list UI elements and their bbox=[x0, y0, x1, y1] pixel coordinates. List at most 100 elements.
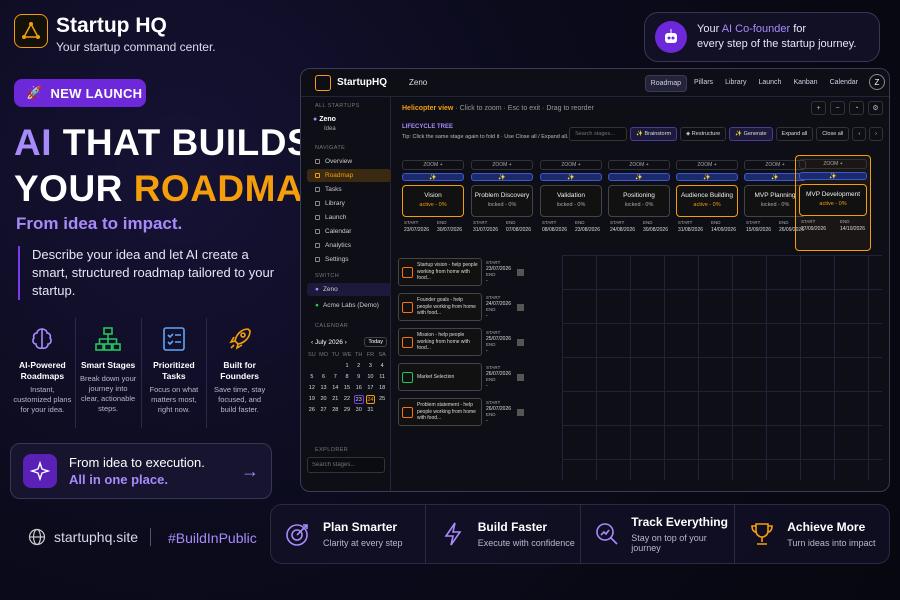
calendar-day[interactable]: 19 bbox=[307, 395, 317, 404]
calendar-day[interactable]: 9 bbox=[354, 373, 364, 382]
sparkle-icon[interactable]: ✨ bbox=[471, 173, 533, 181]
calendar-day[interactable]: 7 bbox=[330, 373, 340, 382]
stage-card[interactable]: Positioning locked - 0% bbox=[608, 185, 670, 217]
bell-icon[interactable]: ◔ bbox=[849, 101, 864, 115]
today-button[interactable]: Today bbox=[364, 337, 387, 347]
chevron-left-icon[interactable]: ‹ bbox=[852, 127, 867, 141]
sidebar-item-settings[interactable]: Settings bbox=[307, 253, 391, 266]
task-row[interactable]: Startup vision - help people working fro… bbox=[398, 257, 562, 287]
sidebar-item-roadmap[interactable]: Roadmap bbox=[307, 169, 391, 182]
sparkle-icon[interactable]: ✨ bbox=[402, 173, 464, 181]
sparkle-icon[interactable]: ✨ bbox=[608, 173, 670, 181]
stage-card[interactable]: Vision active - 0% bbox=[402, 185, 464, 217]
task-row[interactable]: Market Selection START 26/07/2026 END - bbox=[398, 362, 562, 392]
calendar-day[interactable]: 28 bbox=[330, 406, 340, 415]
calendar-day[interactable]: 31 bbox=[366, 406, 376, 415]
tab-kanban[interactable]: Kanban bbox=[788, 75, 822, 92]
calendar-day[interactable]: 18 bbox=[377, 384, 387, 393]
gear-icon[interactable]: ⚙ bbox=[868, 101, 883, 115]
task-row[interactable]: Founder goals - help people working from… bbox=[398, 292, 562, 322]
tab-library[interactable]: Library bbox=[720, 75, 751, 92]
explorer-search-input[interactable] bbox=[307, 457, 385, 473]
close-all-button[interactable]: Close all bbox=[816, 127, 850, 141]
calendar-day[interactable]: 2 bbox=[354, 362, 364, 371]
sidebar-item-library[interactable]: Library bbox=[307, 197, 391, 210]
calendar-day[interactable]: 26 bbox=[307, 406, 317, 415]
generate-button[interactable]: ✨ Generate bbox=[729, 127, 773, 141]
calendar-day[interactable]: 3 bbox=[366, 362, 376, 371]
brainstorm-button[interactable]: ✨ Brainstorm bbox=[630, 127, 678, 141]
stage-card[interactable]: Audience Building active - 0% bbox=[676, 185, 738, 217]
calendar-day[interactable]: 13 bbox=[319, 384, 329, 393]
stage-card[interactable]: MVP Development active - 0% bbox=[799, 184, 867, 216]
tab-launch[interactable]: Launch bbox=[753, 75, 786, 92]
task-checkbox[interactable] bbox=[517, 408, 525, 416]
zoom-button[interactable]: ZOOM + bbox=[402, 160, 464, 170]
switch-item-zeno[interactable]: ● Zeno bbox=[307, 283, 391, 296]
task-checkbox[interactable] bbox=[517, 373, 525, 381]
zoom-button[interactable]: ZOOM + bbox=[608, 160, 670, 170]
calendar-day[interactable]: 27 bbox=[319, 406, 329, 415]
switch-item-acme[interactable]: ● Acme Labs (Demo) bbox=[307, 299, 391, 312]
task-card[interactable]: Market Selection bbox=[398, 363, 482, 391]
stage-column[interactable]: ZOOM + ✨ Validation locked - 0% START 08/0… bbox=[540, 160, 602, 248]
calendar-day[interactable]: 10 bbox=[366, 373, 376, 382]
calendar-day[interactable]: 21 bbox=[330, 395, 340, 404]
calendar-day[interactable]: 1 bbox=[342, 362, 352, 371]
stage-card[interactable]: Validation locked - 0% bbox=[540, 185, 602, 217]
sidebar-item-calendar[interactable]: Calendar bbox=[307, 225, 391, 238]
calendar-day[interactable]: 14 bbox=[330, 384, 340, 393]
stage-column[interactable]: ZOOM + ✨ Audience Building active - 0% ST… bbox=[676, 160, 738, 248]
chevron-right-icon[interactable]: › bbox=[869, 127, 883, 141]
tab-roadmap[interactable]: Roadmap bbox=[644, 75, 687, 92]
avatar[interactable]: Z bbox=[869, 74, 885, 90]
restructure-button[interactable]: ◈ Restructure bbox=[680, 127, 727, 141]
expand-all-button[interactable]: Expand all bbox=[775, 127, 814, 141]
stage-column[interactable]: ZOOM + ✨ Vision active - 0% START 23/07/20… bbox=[402, 160, 464, 248]
stage-search-input[interactable] bbox=[569, 127, 628, 141]
sidebar-item-overview[interactable]: Overview bbox=[307, 155, 391, 168]
task-checkbox[interactable] bbox=[517, 303, 525, 311]
zoom-out-icon[interactable]: − bbox=[830, 101, 845, 115]
stage-card[interactable]: Problem Discovery locked - 0% bbox=[471, 185, 533, 217]
calendar-day[interactable]: 29 bbox=[342, 406, 352, 415]
zoom-button[interactable]: ZOOM + bbox=[676, 160, 738, 170]
calendar-day[interactable]: 6 bbox=[319, 373, 329, 382]
stage-column[interactable]: ZOOM + ✨ Positioning locked - 0% START 24/… bbox=[608, 160, 670, 248]
calendar-day[interactable]: 16 bbox=[354, 384, 364, 393]
calendar-day[interactable]: 22 bbox=[342, 395, 352, 404]
task-card[interactable]: Startup vision - help people working fro… bbox=[398, 258, 482, 286]
website-link[interactable]: startuphq.site bbox=[28, 528, 138, 546]
calendar-day[interactable]: 25 bbox=[377, 395, 387, 404]
calendar-day[interactable]: 12 bbox=[307, 384, 317, 393]
task-card[interactable]: Problem statement - help people working … bbox=[398, 398, 482, 426]
zoom-button[interactable]: ZOOM + bbox=[540, 160, 602, 170]
tab-pillars[interactable]: Pillars bbox=[689, 75, 718, 92]
calendar-day[interactable]: 24 bbox=[365, 395, 376, 404]
sparkle-icon[interactable]: ✨ bbox=[676, 173, 738, 181]
calendar-day[interactable]: 15 bbox=[342, 384, 352, 393]
stage-column[interactable]: ZOOM + ✨ MVP Development active - 0% STAR… bbox=[795, 155, 871, 251]
sidebar-item-analytics[interactable]: Analytics bbox=[307, 239, 391, 252]
calendar-day[interactable]: 23 bbox=[353, 395, 364, 404]
calendar-day[interactable]: 20 bbox=[319, 395, 329, 404]
zoom-button[interactable]: ZOOM + bbox=[471, 160, 533, 170]
arrow-right-icon[interactable]: → bbox=[241, 461, 259, 482]
task-checkbox[interactable] bbox=[517, 268, 525, 276]
sparkle-icon[interactable]: ✨ bbox=[540, 173, 602, 181]
cta-banner[interactable]: From idea to execution. All in one place.… bbox=[10, 443, 272, 499]
task-row[interactable]: Mission - help people working from home … bbox=[398, 327, 562, 357]
sidebar-item-launch[interactable]: Launch bbox=[307, 211, 391, 224]
zoom-in-icon[interactable]: + bbox=[811, 101, 826, 115]
calendar-day[interactable]: 17 bbox=[366, 384, 376, 393]
calendar-month[interactable]: ‹ July 2026 › bbox=[311, 339, 347, 346]
calendar-day[interactable]: 30 bbox=[354, 406, 364, 415]
tab-calendar[interactable]: Calendar bbox=[825, 75, 863, 92]
calendar-day[interactable]: 8 bbox=[342, 373, 352, 382]
task-card[interactable]: Founder goals - help people working from… bbox=[398, 293, 482, 321]
task-row[interactable]: Problem statement - help people working … bbox=[398, 397, 562, 427]
zoom-button[interactable]: ZOOM + bbox=[799, 159, 867, 169]
calendar-day[interactable]: 4 bbox=[377, 362, 387, 371]
calendar-day[interactable]: 5 bbox=[307, 373, 317, 382]
task-card[interactable]: Mission - help people working from home … bbox=[398, 328, 482, 356]
